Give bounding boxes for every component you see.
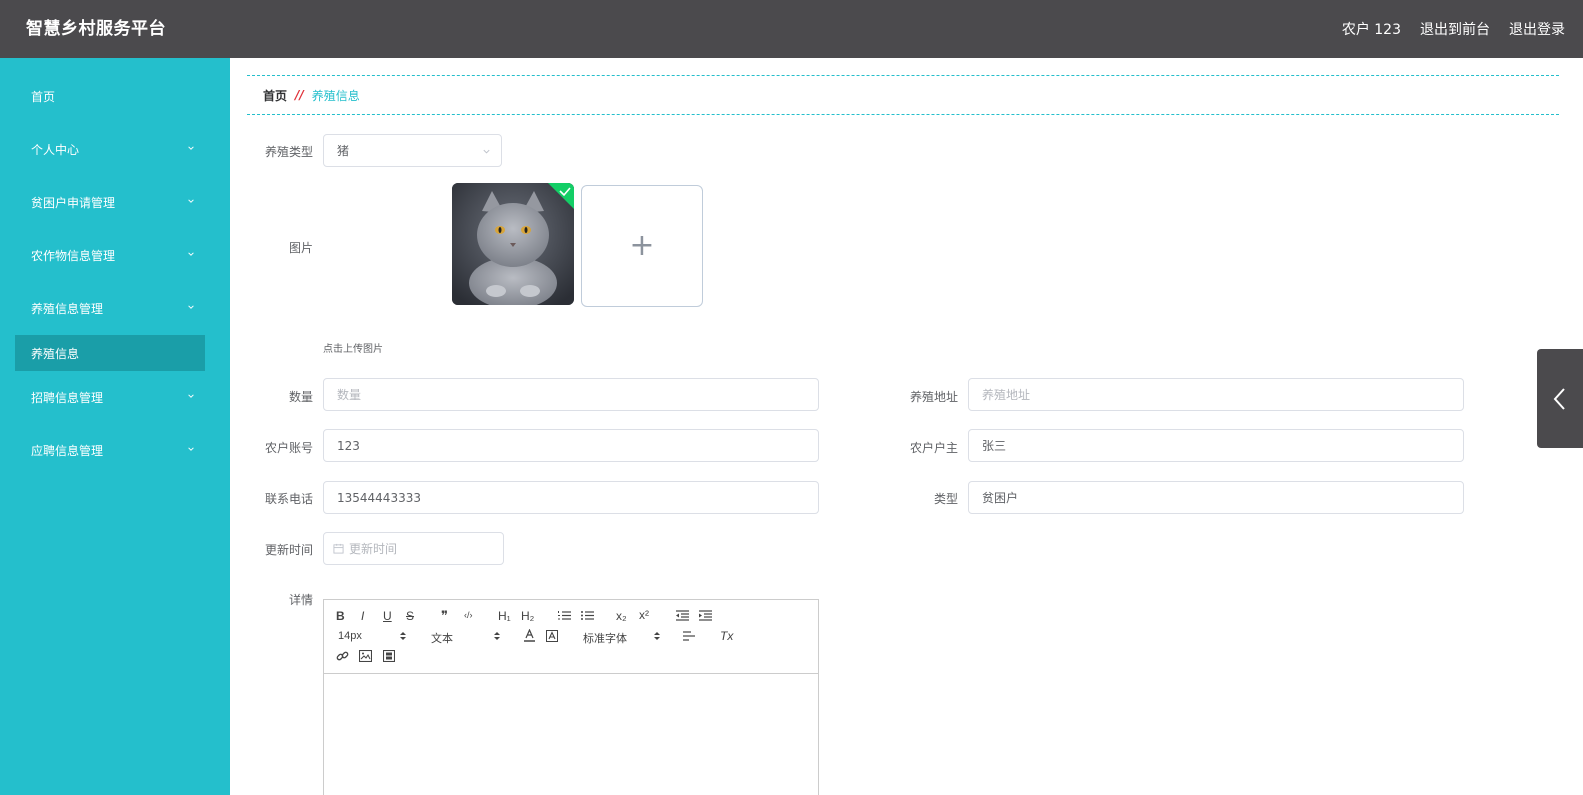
- calendar-icon: [333, 543, 344, 554]
- breadcrumb: 首页 // 养殖信息: [247, 75, 1559, 115]
- font-size-select[interactable]: 14px: [338, 630, 362, 642]
- logout-link[interactable]: 退出登录: [1509, 19, 1565, 39]
- exit-to-front-link[interactable]: 退出到前台: [1420, 19, 1490, 39]
- superscript-button[interactable]: x²: [639, 608, 649, 622]
- chevron-down-icon: [188, 199, 194, 203]
- sidebar-item-breeding-manage[interactable]: 养殖信息管理: [15, 290, 205, 326]
- account-value: 123: [337, 438, 360, 453]
- sidebar-item-label: 养殖信息管理: [31, 301, 104, 316]
- update-time-picker[interactable]: 更新时间: [323, 532, 504, 565]
- sidebar-item-crops[interactable]: 农作物信息管理: [15, 237, 205, 273]
- sidebar-item-personal-center[interactable]: 个人中心: [15, 131, 205, 167]
- sidebar-item-label: 首页: [31, 89, 56, 104]
- sidebar-item-label: 招聘信息管理: [31, 390, 104, 405]
- link-icon[interactable]: [336, 650, 349, 663]
- owner-label: 农户户主: [909, 441, 958, 455]
- quantity-input[interactable]: 数量: [323, 378, 819, 411]
- bullet-list-icon[interactable]: [581, 610, 594, 621]
- sidebar-item-label: 应聘信息管理: [31, 443, 104, 458]
- indent-icon[interactable]: [699, 610, 712, 621]
- sidebar-item-home[interactable]: 首页: [15, 78, 205, 114]
- sidebar-item-label: 贫困户申请管理: [31, 195, 116, 210]
- quantity-placeholder: 数量: [337, 388, 362, 402]
- outdent-icon[interactable]: [676, 610, 689, 621]
- phone-value: 13544443333: [337, 490, 421, 505]
- sidebar-item-apply-manage[interactable]: 应聘信息管理: [15, 432, 205, 468]
- type-label: 养殖类型: [264, 145, 313, 159]
- address-placeholder: 养殖地址: [982, 388, 1031, 402]
- bold-button[interactable]: B: [336, 609, 345, 623]
- update-time-label: 更新时间: [264, 543, 313, 557]
- editor-content-area[interactable]: [324, 674, 818, 795]
- account-label: 农户账号: [264, 441, 313, 455]
- cat-photo-image: [452, 183, 574, 305]
- select-arrows-icon: [494, 632, 500, 640]
- side-panel-toggle[interactable]: [1537, 349, 1583, 448]
- detail-label: 详情: [288, 593, 313, 607]
- breadcrumb-home[interactable]: 首页: [263, 87, 287, 104]
- app-title: 智慧乡村服务平台: [26, 19, 166, 39]
- chevron-down-icon: [188, 146, 194, 150]
- category-label: 类型: [933, 492, 958, 506]
- breadcrumb-separator: //: [295, 88, 304, 102]
- sidebar-item-label: 养殖信息: [31, 346, 80, 361]
- font-family-select[interactable]: 标准字体: [583, 630, 627, 646]
- update-time-placeholder: 更新时间: [349, 542, 398, 556]
- image-label: 图片: [288, 241, 313, 255]
- top-bar: 智慧乡村服务平台 农户 123 退出到前台 退出登录: [0, 0, 1583, 58]
- uploaded-image-thumbnail[interactable]: [452, 183, 574, 305]
- text-style-select[interactable]: 文本: [431, 630, 453, 646]
- upload-hint: 点击上传图片: [323, 344, 383, 355]
- phone-label: 联系电话: [264, 492, 313, 506]
- account-input[interactable]: 123: [323, 429, 819, 462]
- breeding-type-value: 猪: [337, 144, 350, 158]
- breeding-type-select[interactable]: 猪: [323, 134, 502, 167]
- select-arrows-icon: [654, 632, 660, 640]
- sidebar-item-label: 个人中心: [31, 142, 80, 157]
- quantity-label: 数量: [288, 390, 313, 404]
- heading-1-button[interactable]: H₁: [498, 609, 511, 623]
- rich-text-editor: B I U S ❞ ‹/› H₁ H₂ x₂ x² 14px 文本 标准字体 T…: [323, 599, 819, 795]
- sidebar-item-breeding-info[interactable]: 养殖信息: [15, 335, 205, 371]
- ordered-list-icon[interactable]: [558, 610, 571, 621]
- editor-toolbar: B I U S ❞ ‹/› H₁ H₂ x₂ x² 14px 文本 标准字体 T…: [324, 600, 818, 674]
- image-icon[interactable]: [359, 650, 372, 662]
- breadcrumb-current: 养殖信息: [311, 88, 360, 103]
- plus-icon: +: [629, 228, 655, 263]
- chevron-down-icon: [188, 447, 194, 451]
- chevron-down-icon: [483, 149, 490, 154]
- video-icon[interactable]: [383, 650, 395, 662]
- address-input[interactable]: 养殖地址: [968, 378, 1464, 411]
- clear-format-button[interactable]: Tx: [720, 629, 733, 643]
- underline-button[interactable]: U: [383, 609, 392, 623]
- chevron-left-icon: [1553, 388, 1565, 410]
- code-block-button[interactable]: ‹/›: [464, 610, 473, 620]
- address-label: 养殖地址: [909, 390, 958, 404]
- category-value: 贫困户: [982, 491, 1019, 505]
- select-arrows-icon: [400, 632, 406, 640]
- current-user: 农户 123: [1341, 22, 1401, 38]
- strikethrough-button[interactable]: S: [406, 609, 414, 623]
- sidebar: 首页 个人中心 贫困户申请管理 农作物信息管理 养殖信息管理 养殖信息 招聘信息…: [0, 58, 230, 795]
- sidebar-item-label: 农作物信息管理: [31, 248, 116, 263]
- font-color-icon[interactable]: [524, 629, 535, 642]
- blockquote-button[interactable]: ❞: [441, 608, 448, 624]
- image-upload-button[interactable]: +: [581, 185, 703, 307]
- top-right-links: 农户 123 退出到前台 退出登录: [1342, 0, 1565, 58]
- chevron-down-icon: [188, 305, 194, 309]
- owner-value: 张三: [982, 439, 1007, 453]
- category-input[interactable]: 贫困户: [968, 481, 1464, 514]
- heading-2-button[interactable]: H₂: [521, 609, 534, 623]
- align-left-icon[interactable]: [683, 631, 695, 641]
- chevron-down-icon: [188, 252, 194, 256]
- phone-input[interactable]: 13544443333: [323, 481, 819, 514]
- sidebar-item-poverty-apply[interactable]: 贫困户申请管理: [15, 184, 205, 220]
- subscript-button[interactable]: x₂: [616, 609, 627, 623]
- background-color-icon[interactable]: [546, 630, 558, 642]
- sidebar-item-recruit-manage[interactable]: 招聘信息管理: [15, 379, 205, 415]
- owner-input[interactable]: 张三: [968, 429, 1464, 462]
- italic-button[interactable]: I: [361, 609, 364, 623]
- chevron-down-icon: [188, 394, 194, 398]
